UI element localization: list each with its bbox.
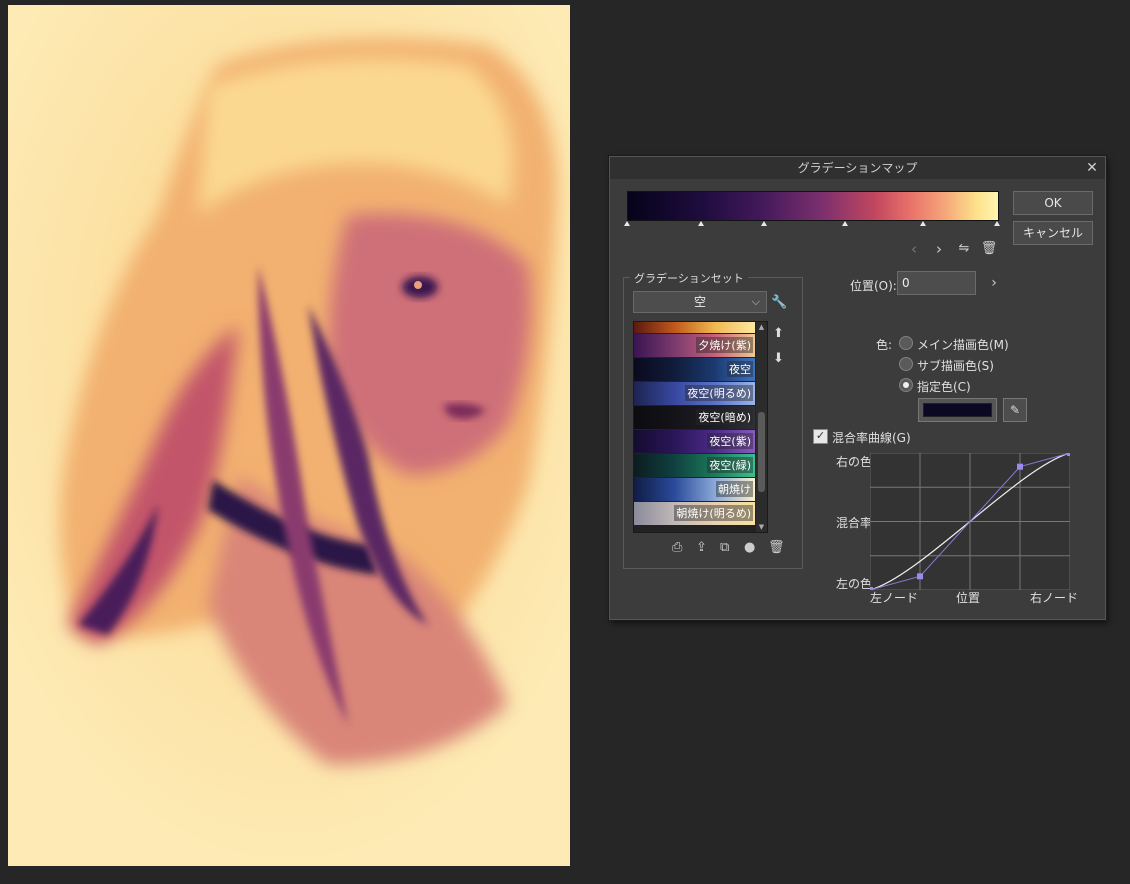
gradient-preset-item[interactable]: 夜空(明るめ) (634, 382, 755, 406)
gradient-preset-item[interactable]: 夜空(紫) (634, 430, 755, 454)
gradient-preset-item[interactable]: 夜空(暗め) (634, 406, 755, 430)
color-swatch-fill (923, 403, 992, 417)
gradient-preview-bar[interactable] (627, 191, 999, 221)
radio-specified-color[interactable] (899, 378, 913, 392)
position-label: 位置(O): (850, 279, 897, 293)
gradient-set-selected: 空 (693, 295, 706, 309)
close-icon[interactable]: ✕ (1083, 159, 1101, 177)
gradient-map-dialog: グラデーションマップ ✕ OK キャンセル ‹ › ⇋ 🗑 グラデーションセット… (609, 156, 1106, 620)
set-toolbar: ⎙ ⇪ ⧉ ● 🗑 (672, 540, 792, 558)
gradient-node-marker[interactable] (842, 221, 849, 226)
curve-control-point (917, 573, 923, 580)
curve-control-point (1067, 450, 1073, 456)
curve-y-label-bottom: 左の色 (836, 577, 873, 591)
painting-portrait (8, 5, 570, 866)
add-preset-icon[interactable]: ● (744, 540, 755, 555)
move-up-icon[interactable]: ⬆ (773, 326, 784, 341)
dialog-titlebar[interactable]: グラデーションマップ ✕ (610, 157, 1105, 179)
specified-color-swatch[interactable] (918, 398, 997, 422)
eyedropper-icon[interactable]: ✎ (1003, 398, 1027, 422)
curve-y-label-middle: 混合率 (836, 516, 873, 530)
flip-gradient-icon[interactable]: ⇋ (954, 239, 974, 259)
move-down-icon[interactable]: ⬇ (773, 351, 784, 366)
gradient-node-marker[interactable] (920, 221, 926, 226)
curve-x-label-right: 右ノード (1030, 591, 1079, 605)
gradient-preset-item[interactable]: 夜空 (634, 358, 755, 382)
chevron-down-icon: ⌵ (751, 295, 760, 308)
prev-node-icon[interactable]: ‹ (904, 239, 924, 259)
radio-main-color-label[interactable]: メイン描画色(M) (917, 336, 1009, 353)
scroll-down-icon[interactable]: ▼ (757, 522, 766, 532)
gradient-set-label: グラデーションセット (630, 270, 748, 286)
list-scrollbar[interactable]: ▲ ▼ (756, 322, 767, 532)
gradient-preset-label: 夜空 (727, 361, 753, 377)
gradient-preset-label: 夜空(紫) (707, 433, 753, 449)
import-icon[interactable]: ⎙ (672, 540, 682, 555)
delete-node-icon[interactable]: 🗑 (979, 239, 999, 259)
gradient-preset-label: 夕焼け(紫) (696, 337, 753, 353)
gradient-node-marker[interactable] (624, 221, 630, 226)
gradient-preset-item[interactable]: 夕焼け(紫) (634, 334, 755, 358)
radio-sub-color[interactable] (899, 357, 913, 371)
gradient-preset-label: 夜空(緑) (707, 457, 753, 473)
gradient-node-marker[interactable] (760, 221, 767, 226)
gradient-preset-item[interactable] (634, 322, 755, 334)
gradient-node-marker[interactable] (698, 221, 704, 226)
curve-checkbox[interactable]: ✓ (813, 429, 828, 444)
gradient-preset-item[interactable]: 朝焼け (634, 478, 755, 502)
gradient-preset-label: 朝焼け(明るめ) (674, 505, 753, 521)
duplicate-icon[interactable]: ⧉ (720, 540, 729, 555)
gradient-preset-list[interactable]: 夕焼け(紫) 夜空夜空(明るめ) 夜空(暗め) 夜空(紫) 夜空(緑) 朝焼け朝焼け(明る… (633, 321, 768, 533)
curve-control-point (1017, 463, 1023, 470)
gradient-node-row[interactable] (624, 221, 1000, 229)
color-label: 色: (876, 338, 893, 352)
curve-x-label-middle: 位置 (956, 591, 981, 605)
canvas-artwork[interactable] (8, 5, 570, 866)
curve-svg (867, 450, 1073, 593)
position-input[interactable]: 0 (897, 271, 976, 295)
next-node-icon[interactable]: › (929, 239, 949, 259)
radio-sub-color-label[interactable]: サブ描画色(S) (917, 357, 994, 374)
gradient-preset-label: 夜空(暗め) (696, 409, 753, 425)
dialog-title: グラデーションマップ (797, 161, 918, 175)
radio-main-color[interactable] (899, 336, 913, 350)
gradient-preset-item[interactable]: 夜空(緑) (634, 454, 755, 478)
gradient-preset-label: 朝焼け (716, 481, 753, 497)
export-icon[interactable]: ⇪ (696, 540, 707, 555)
blend-curve-graph[interactable] (867, 450, 1073, 593)
radio-specified-color-label[interactable]: 指定色(C) (917, 378, 971, 395)
curve-checkbox-label[interactable]: 混合率曲線(G) (832, 429, 911, 446)
gradient-set-group: グラデーションセット 空 ⌵ 🔧 夕焼け(紫) 夜空夜空(明るめ) 夜空(暗め) 夜空… (623, 270, 803, 569)
delete-preset-icon[interactable]: 🗑 (768, 540, 785, 555)
ok-button[interactable]: OK (1013, 191, 1093, 215)
wrench-icon[interactable]: 🔧 (771, 293, 787, 313)
cancel-button[interactable]: キャンセル (1013, 221, 1093, 245)
scroll-up-icon[interactable]: ▲ (757, 322, 766, 332)
curve-y-label-top: 右の色 (836, 455, 873, 469)
gradient-node-marker[interactable] (994, 221, 1000, 226)
gradient-preset-label: 夜空(明るめ) (685, 385, 753, 401)
gradient-preset-item[interactable]: 朝焼け(明るめ) (634, 502, 755, 526)
position-expand-icon[interactable]: › (984, 273, 1004, 293)
gradient-set-select[interactable]: 空 ⌵ (633, 291, 767, 313)
curve-x-label-left: 左ノード (870, 591, 919, 605)
scroll-thumb[interactable] (758, 412, 765, 492)
